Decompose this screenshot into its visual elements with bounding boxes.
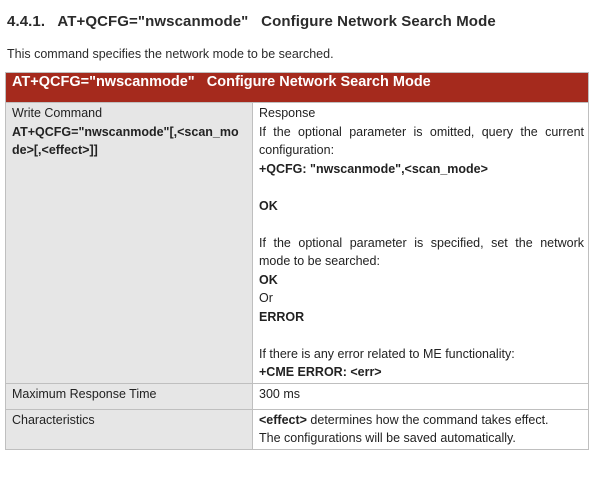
table-title-row: AT+QCFG="nwscanmode" Configure Network S…: [5, 72, 589, 103]
characteristics-label: Characteristics: [5, 408, 253, 450]
write-command-cell: Write Command AT+QCFG="nwscanmode"[,<sca…: [5, 102, 253, 384]
document-page: 4.4.1. AT+QCFG="nwscanmode" Configure Ne…: [0, 0, 613, 500]
response-label: Response: [259, 106, 316, 120]
characteristics-cell: <effect> determines how the command take…: [252, 408, 589, 450]
max-response-time-label: Maximum Response Time: [5, 382, 253, 410]
characteristics-row: Characteristics <effect> determines how …: [5, 408, 589, 450]
section-title: AT+QCFG="nwscanmode" Configure Network S…: [57, 13, 496, 30]
max-response-time-value: 300 ms: [252, 382, 589, 410]
cme-error-result: +CME ERROR: <err>: [259, 365, 382, 379]
ok-result-2: OK: [259, 272, 278, 287]
error-result: ERROR: [259, 309, 305, 324]
specified-description: If the optional parameter is specified, …: [259, 235, 584, 269]
or-text: Or: [259, 291, 273, 305]
effect-description: determines how the command takes effect.: [306, 412, 549, 427]
write-command-row: Write Command AT+QCFG="nwscanmode"[,<sca…: [5, 102, 589, 384]
effect-tag: <effect>: [259, 412, 307, 427]
section-heading: 4.4.1. AT+QCFG="nwscanmode" Configure Ne…: [7, 13, 496, 30]
max-response-time-row: Maximum Response Time 300 ms: [5, 382, 589, 410]
ok-result-1: OK: [259, 198, 278, 213]
intro-paragraph: This command specifies the network mode …: [7, 47, 334, 61]
query-response: +QCFG: "nwscanmode",<scan_mode>: [259, 161, 488, 176]
omitted-description: If the optional parameter is omitted, qu…: [259, 124, 584, 158]
saved-description: The configurations will be saved automat…: [259, 431, 516, 445]
section-number: 4.4.1.: [7, 13, 46, 30]
me-error-description: If there is any error related to ME func…: [259, 346, 515, 361]
command-table: AT+QCFG="nwscanmode" Configure Network S…: [5, 72, 589, 450]
table-title: AT+QCFG="nwscanmode" Configure Network S…: [5, 72, 589, 103]
effect-line: <effect> determines how the command take…: [259, 411, 584, 430]
write-command-syntax-line1: AT+QCFG="nwscanmode"[,<scan_mo: [12, 124, 239, 139]
write-response-cell: Response If the optional parameter is om…: [252, 102, 589, 384]
write-command-label: Write Command: [12, 106, 103, 120]
write-command-syntax-line2: de>[,<effect>]]: [12, 143, 98, 157]
